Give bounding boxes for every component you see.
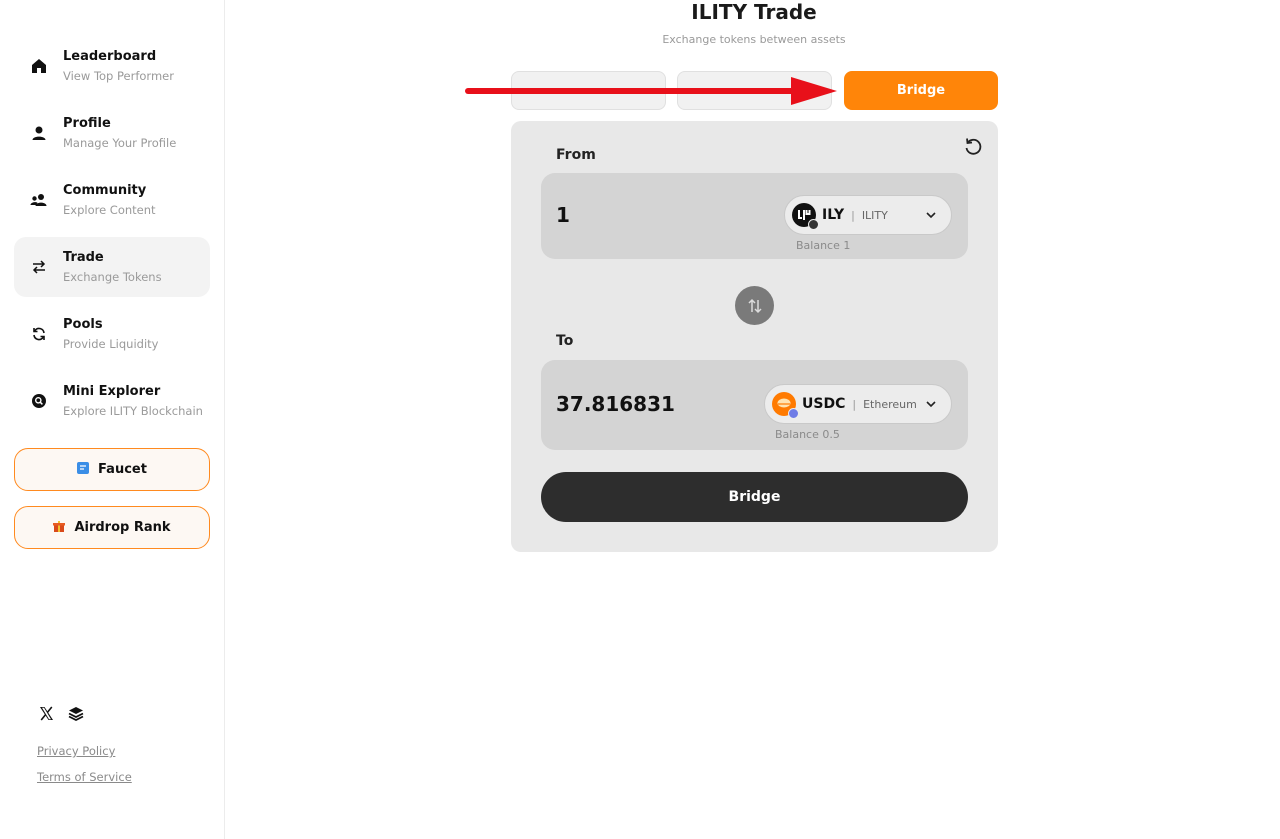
social-links [37,704,85,722]
to-label: To [556,333,574,349]
to-balance: Balance 0.5 [775,428,840,441]
chevron-down-icon [926,212,936,219]
page-subtitle: Exchange tokens between assets [662,33,846,46]
sidebar-item-subtitle: View Top Performer [63,69,174,83]
network-badge-icon [808,219,819,230]
from-amount-input[interactable]: 1 [556,203,570,227]
privacy-policy-link[interactable]: Privacy Policy [37,744,115,758]
sidebar-nav: Leaderboard View Top Performer Profile M… [14,36,210,438]
annotation-arrow [465,77,837,105]
ily-token-icon [792,203,819,230]
reset-icon[interactable] [962,135,984,157]
faucet-button[interactable]: Faucet [14,448,210,491]
airdrop-rank-button[interactable]: Airdrop Rank [14,506,210,549]
gift-icon [53,520,66,535]
sidebar-item-subtitle: Manage Your Profile [63,136,177,150]
swap-arrows-icon [30,258,48,276]
sidebar-item-profile[interactable]: Profile Manage Your Profile [14,103,210,163]
separator: | [852,397,857,411]
to-token-symbol: USDC [802,396,846,412]
swap-vertical-icon [747,298,762,313]
refresh-icon [30,325,48,343]
terms-of-service-link[interactable]: Terms of Service [37,770,132,784]
sidebar-item-title: Trade [63,250,104,265]
from-token-symbol: ILY [822,207,845,223]
sidebar-item-mini-explorer[interactable]: Mini Explorer Explore ILITY Blockchain [14,371,210,431]
sidebar-item-leaderboard[interactable]: Leaderboard View Top Performer [14,36,210,96]
sidebar-item-title: Profile [63,116,111,131]
to-amount-output: 37.816831 [556,392,675,416]
sidebar-item-title: Community [63,183,147,198]
sidebar-item-title: Leaderboard [63,49,157,64]
switch-direction-button[interactable] [735,286,774,325]
faucet-label: Faucet [98,462,147,477]
sidebar-item-community[interactable]: Community Explore Content [14,170,210,230]
faucet-icon [77,462,90,477]
usdc-token-icon [772,392,799,419]
to-amount-box: 37.816831 USDC | Ethereum Balance 0.5 [541,360,968,450]
from-token-selector[interactable]: ILY | ILITY [784,195,952,235]
from-amount-box: 1 ILY | ILITY Balance 1 [541,173,968,259]
airdrop-rank-label: Airdrop Rank [74,520,171,535]
sidebar-item-subtitle: Explore Content [63,203,156,217]
home-icon [30,57,48,75]
bridge-card: From 1 ILY | ILITY Balance 1 To 37.81683… [511,121,998,552]
sidebar: Leaderboard View Top Performer Profile M… [0,0,225,839]
to-token-network: Ethereum [863,397,917,411]
from-label: From [556,147,596,163]
ethereum-badge-icon [788,408,799,419]
page-title: ILITY Trade [691,0,817,24]
search-icon [30,392,48,410]
chevron-down-icon [926,401,936,408]
sidebar-item-subtitle: Explore ILITY Blockchain [63,404,203,418]
layers-icon[interactable] [67,704,85,722]
from-balance: Balance 1 [796,239,851,252]
bridge-submit-button[interactable]: Bridge [541,472,968,522]
separator: | [851,208,855,222]
user-icon [30,124,48,142]
sidebar-item-subtitle: Exchange Tokens [63,270,162,284]
sidebar-item-subtitle: Provide Liquidity [63,337,159,351]
x-icon[interactable] [37,704,55,722]
tab-bridge[interactable]: Bridge [844,71,998,110]
sidebar-item-title: Pools [63,317,103,332]
users-icon [30,191,48,209]
sidebar-item-title: Mini Explorer [63,384,161,399]
sidebar-item-trade[interactable]: Trade Exchange Tokens [14,237,210,297]
to-token-selector[interactable]: USDC | Ethereum [764,384,952,424]
from-token-network: ILITY [861,208,888,222]
sidebar-item-pools[interactable]: Pools Provide Liquidity [14,304,210,364]
